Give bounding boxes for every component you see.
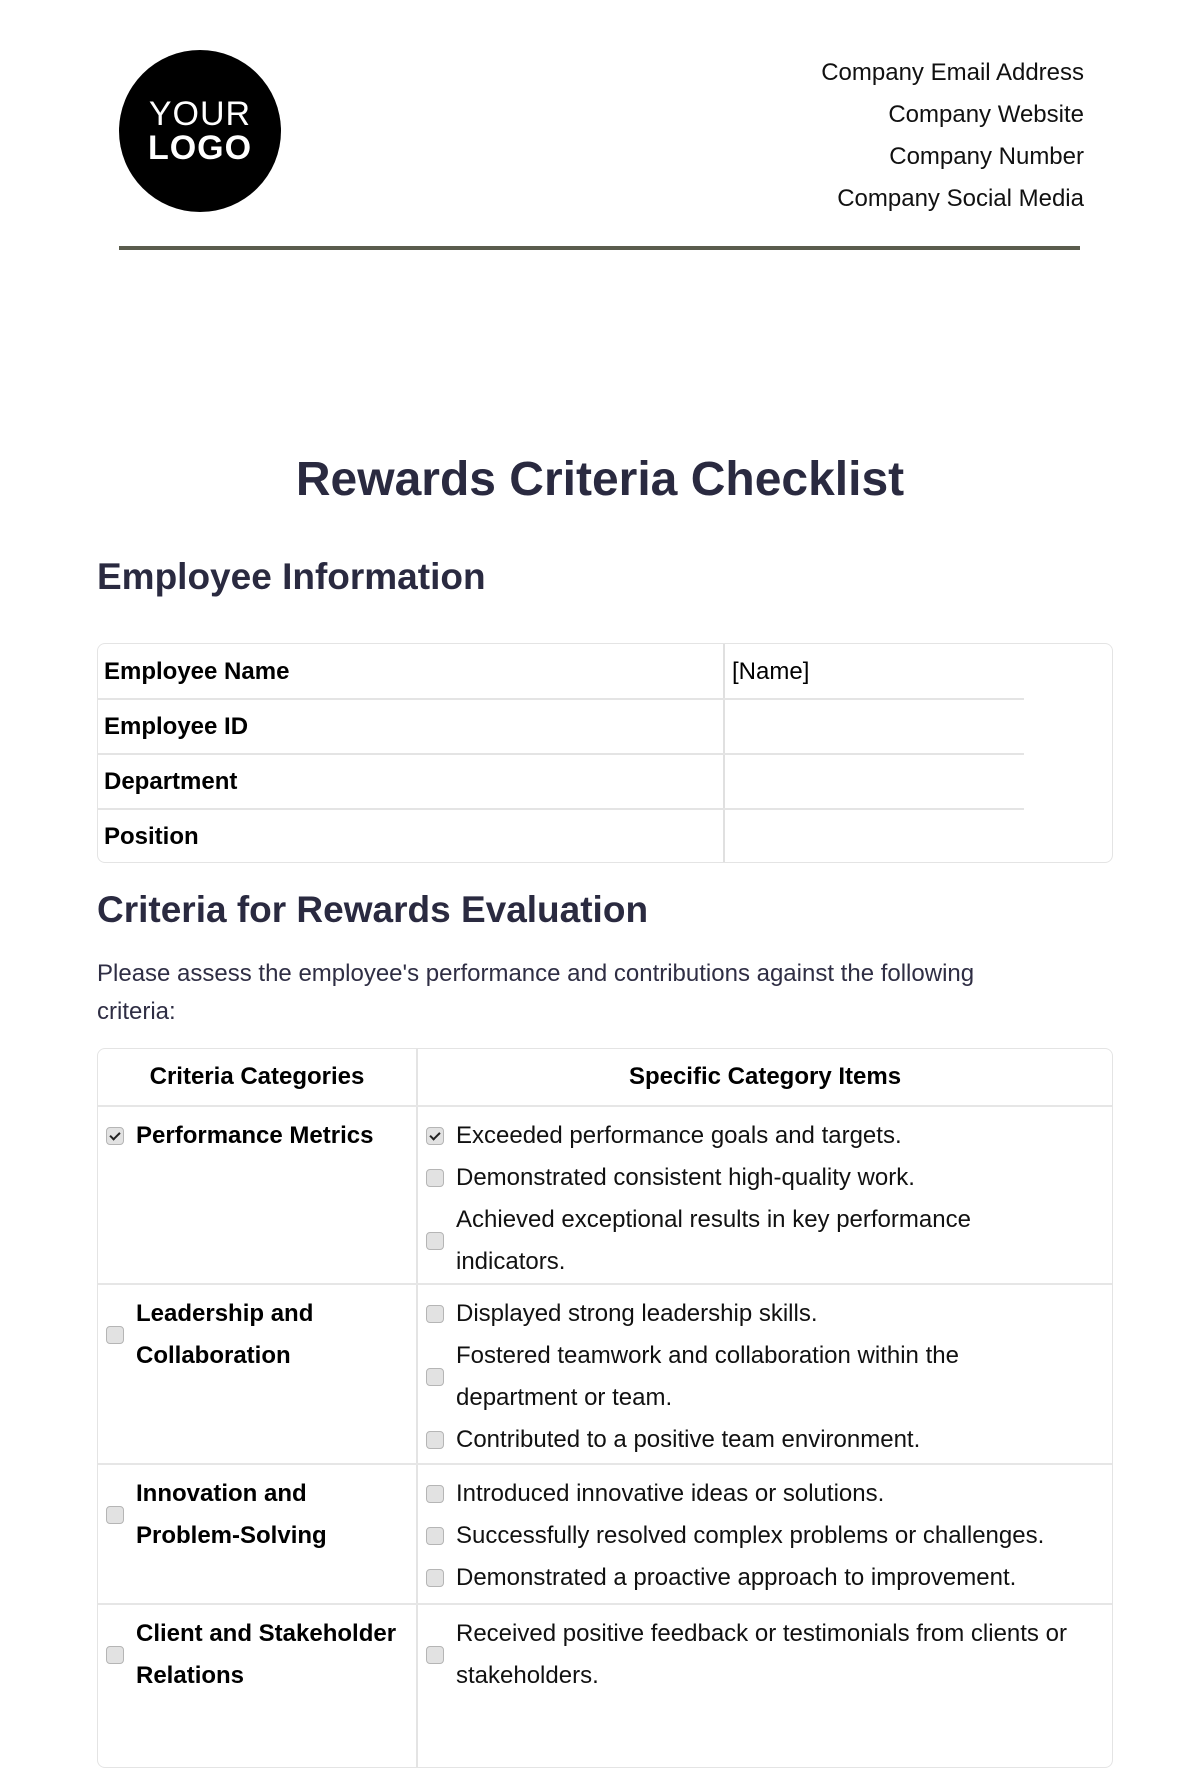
criteria-row-innovation: Innovation and Problem-Solving Introduce…	[98, 1465, 1112, 1603]
category-checkbox-leadership[interactable]	[106, 1326, 124, 1344]
company-logo: YOUR LOGO	[119, 50, 281, 212]
company-social-media: Company Social Media	[837, 185, 1084, 212]
item-label: Received positive feedback or testimonia…	[456, 1620, 1067, 1689]
category-label: Innovation and Problem-Solving	[136, 1480, 327, 1549]
category-label: Leadership and Collaboration	[136, 1300, 314, 1369]
criteria-row-client-relations: Client and Stakeholder Relations Receive…	[98, 1605, 1112, 1765]
category-checkbox-client-relations[interactable]	[106, 1646, 124, 1664]
category-label: Performance Metrics	[136, 1122, 374, 1149]
items-cell: Exceeded performance goals and targets. …	[418, 1115, 1112, 1283]
item-checkbox[interactable]	[426, 1169, 444, 1187]
criteria-row-leadership: Leadership and Collaboration Displayed s…	[98, 1285, 1112, 1463]
table-row: Employee ID	[98, 699, 1112, 754]
items-cell: Displayed strong leadership skills. Fost…	[418, 1293, 1112, 1461]
header-divider	[119, 246, 1080, 250]
logo-line-1: YOUR	[148, 95, 252, 133]
category-cell: Client and Stakeholder Relations	[98, 1613, 416, 1697]
list-item: Received positive feedback or testimonia…	[418, 1613, 1112, 1697]
employee-id-label: Employee ID	[104, 713, 249, 740]
list-item: Demonstrated consistent high-quality wor…	[418, 1157, 1112, 1199]
item-checkbox[interactable]	[426, 1305, 444, 1323]
category-checkbox-innovation[interactable]	[106, 1506, 124, 1524]
company-number: Company Number	[889, 143, 1084, 170]
items-cell: Introduced innovative ideas or solutions…	[418, 1473, 1112, 1599]
item-label: Successfully resolved complex problems o…	[456, 1522, 1045, 1549]
item-label: Displayed strong leadership skills.	[456, 1300, 818, 1327]
item-checkbox[interactable]	[426, 1527, 444, 1545]
category-cell: Performance Metrics	[98, 1115, 416, 1157]
company-email: Company Email Address	[821, 59, 1084, 86]
employee-name-value[interactable]: [Name]	[732, 644, 809, 699]
employee-information-table: Employee Name [Name] Employee ID Departm…	[97, 643, 1113, 863]
list-item: Demonstrated a proactive approach to imp…	[418, 1557, 1112, 1599]
item-checkbox[interactable]	[426, 1646, 444, 1664]
list-item: Displayed strong leadership skills.	[418, 1293, 1112, 1335]
item-label: Demonstrated consistent high-quality wor…	[456, 1164, 915, 1191]
position-label: Position	[104, 823, 199, 850]
item-checkbox[interactable]	[426, 1232, 444, 1250]
item-label: Introduced innovative ideas or solutions…	[456, 1480, 885, 1507]
list-item: Successfully resolved complex problems o…	[418, 1515, 1112, 1557]
item-label: Achieved exceptional results in key perf…	[456, 1206, 971, 1275]
item-label: Exceeded performance goals and targets.	[456, 1122, 902, 1149]
column-header-specific-items: Specific Category Items	[628, 1063, 902, 1090]
column-header-criteria-categories: Criteria Categories	[149, 1063, 365, 1090]
employee-information-heading: Employee Information	[97, 556, 486, 597]
table-row: Department	[98, 754, 1112, 809]
category-label: Client and Stakeholder Relations	[136, 1620, 397, 1689]
criteria-heading: Criteria for Rewards Evaluation	[97, 889, 649, 930]
logo-line-2: LOGO	[147, 129, 253, 167]
table-row: Employee Name [Name]	[98, 644, 1112, 699]
criteria-row-performance-metrics: Performance Metrics Exceeded performance…	[98, 1107, 1112, 1282]
item-label: Demonstrated a proactive approach to imp…	[456, 1564, 1017, 1591]
company-contact-block: Company Email Address Company Website Co…	[821, 52, 1084, 220]
company-website: Company Website	[888, 101, 1084, 128]
items-cell: Received positive feedback or testimonia…	[418, 1613, 1112, 1697]
criteria-intro: Please assess the employee's performance…	[97, 960, 975, 1025]
table-row: Position	[98, 809, 1112, 864]
list-item: Fostered teamwork and collaboration with…	[418, 1335, 1112, 1419]
item-checkbox[interactable]	[426, 1368, 444, 1386]
page-title: Rewards Criteria Checklist	[295, 453, 905, 506]
criteria-table: Criteria Categories Specific Category It…	[97, 1048, 1113, 1768]
list-item: Exceeded performance goals and targets.	[418, 1115, 1112, 1157]
item-checkbox[interactable]	[426, 1569, 444, 1587]
category-checkbox-performance-metrics[interactable]	[106, 1127, 124, 1145]
item-label: Fostered teamwork and collaboration with…	[456, 1342, 959, 1411]
list-item: Introduced innovative ideas or solutions…	[418, 1473, 1112, 1515]
item-checkbox[interactable]	[426, 1431, 444, 1449]
category-cell: Leadership and Collaboration	[98, 1293, 416, 1377]
category-cell: Innovation and Problem-Solving	[98, 1473, 416, 1557]
list-item: Contributed to a positive team environme…	[418, 1419, 1112, 1461]
item-checkbox[interactable]	[426, 1127, 444, 1145]
list-item: Achieved exceptional results in key perf…	[418, 1199, 1112, 1283]
item-checkbox[interactable]	[426, 1485, 444, 1503]
department-label: Department	[104, 768, 238, 795]
item-label: Contributed to a positive team environme…	[456, 1426, 921, 1453]
employee-name-label: Employee Name	[104, 658, 290, 685]
